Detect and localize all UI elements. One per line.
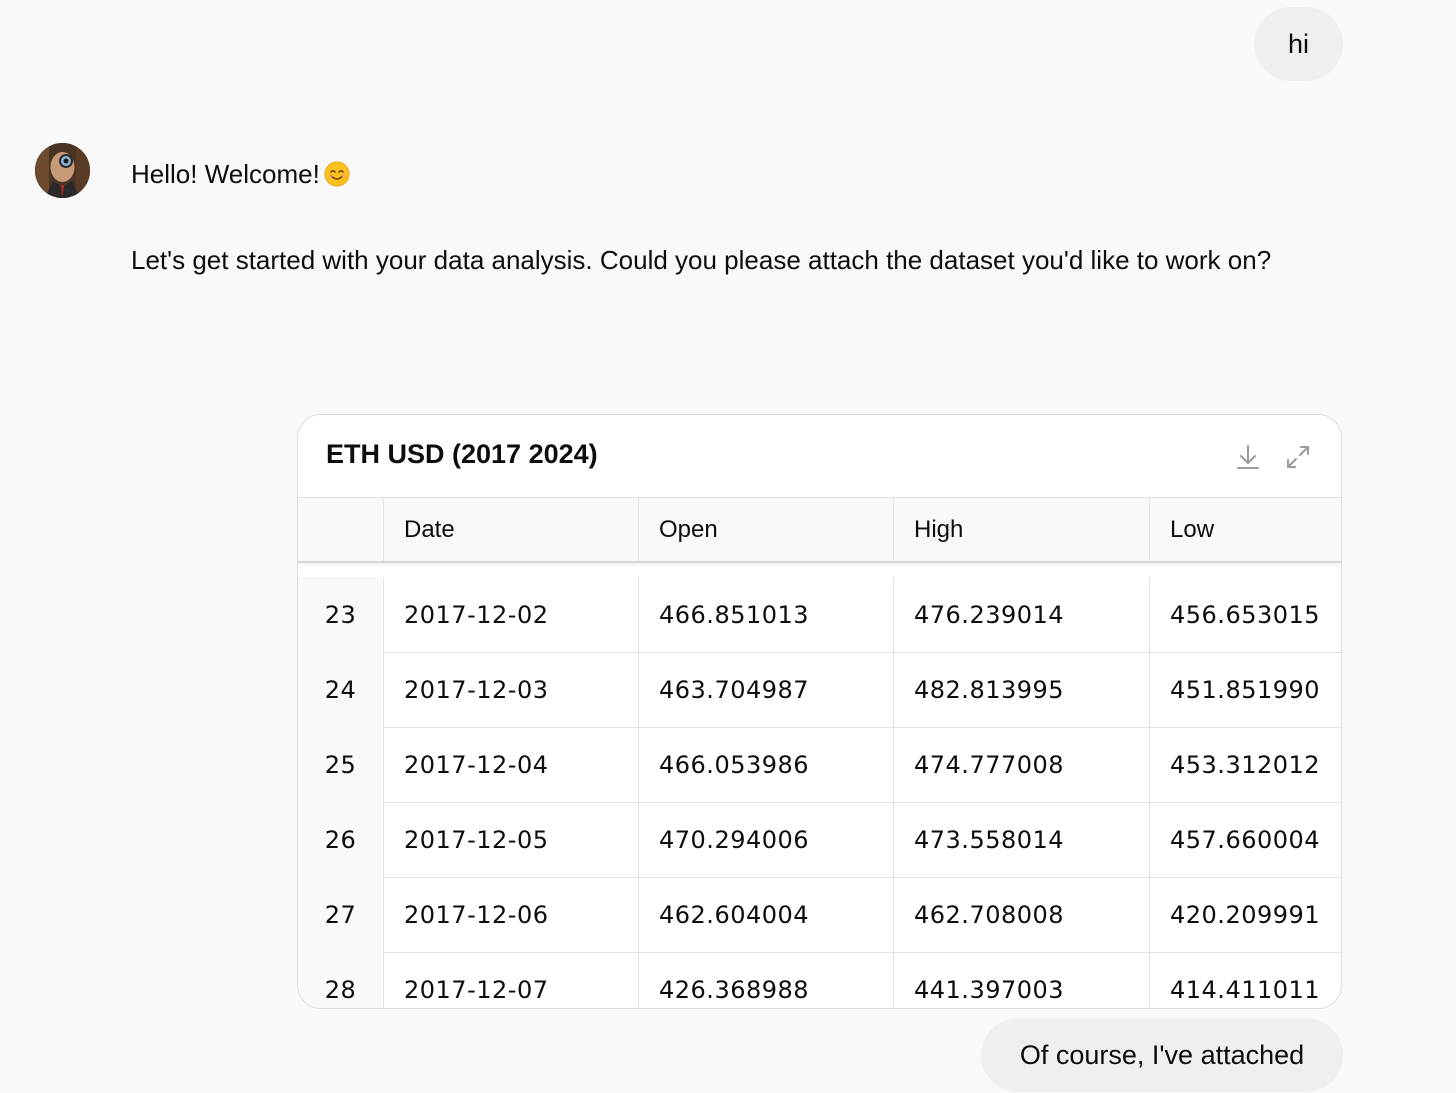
low-cell: 451.851990 (1170, 675, 1321, 704)
user-message: Of course, I've attached (981, 1018, 1343, 1092)
date-cell: 2017-12-05 (384, 802, 639, 877)
low-cell: 456.653015 (1170, 600, 1321, 629)
date-cell: 2017-12-03 (384, 652, 639, 727)
open-cell: 462.604004 (639, 877, 894, 952)
row-index-cell: 27 (298, 877, 384, 952)
column-header-low[interactable]: Low (1150, 498, 1341, 561)
download-icon[interactable] (1232, 441, 1264, 473)
column-header-date[interactable]: Date (384, 498, 639, 561)
table-row[interactable]: 24 2017-12-03 463.704987 482.813995 451.… (298, 652, 1341, 728)
user-message-text: hi (1287, 28, 1309, 59)
dataset-table-card: ETH USD (2017 2024) Date Open High Low 2… (297, 414, 1342, 1009)
date-cell: 2017-12-06 (384, 877, 639, 952)
row-index-cell: 28 (298, 952, 384, 1008)
open-cell: 466.053986 (639, 727, 894, 802)
assistant-greeting-text: Hello! Welcome! (131, 159, 320, 189)
row-index-cell: 25 (298, 727, 384, 802)
assistant-greeting: Hello! Welcome! (131, 150, 1331, 202)
open-cell: 426.368988 (639, 952, 894, 1008)
low-cell: 457.660004 (1170, 825, 1321, 854)
user-message-text: Of course, I've attached (1019, 1039, 1305, 1070)
date-cell: 2017-12-07 (384, 952, 639, 1008)
row-index-cell: 26 (298, 802, 384, 877)
table-row[interactable]: 25 2017-12-04 466.053986 474.777008 453.… (298, 727, 1341, 803)
table-row[interactable]: 23 2017-12-02 466.851013 476.239014 456.… (298, 577, 1341, 653)
high-cell: 474.777008 (894, 727, 1150, 802)
table-row[interactable]: 28 2017-12-07 426.368988 441.397003 414.… (298, 952, 1341, 1008)
smiling-face-icon (324, 154, 350, 202)
row-index-cell: 23 (298, 577, 384, 652)
open-cell: 466.851013 (639, 577, 894, 652)
assistant-avatar (35, 143, 90, 198)
high-cell: 476.239014 (894, 577, 1150, 652)
high-cell: 462.708008 (894, 877, 1150, 952)
open-cell: 463.704987 (639, 652, 894, 727)
column-header-high[interactable]: High (894, 498, 1150, 561)
column-header-open[interactable]: Open (639, 498, 894, 561)
table-card-header: ETH USD (2017 2024) (298, 415, 1341, 498)
high-cell: 473.558014 (894, 802, 1150, 877)
row-index-cell: 24 (298, 652, 384, 727)
table-row[interactable]: 27 2017-12-06 462.604004 462.708008 420.… (298, 877, 1341, 953)
user-message: hi (1254, 7, 1343, 81)
low-cell: 414.411011 (1170, 975, 1321, 1004)
table-title: ETH USD (2017 2024) (326, 439, 598, 469)
open-cell: 470.294006 (639, 802, 894, 877)
table-body[interactable]: 23 2017-12-02 466.851013 476.239014 456.… (298, 561, 1341, 1008)
assistant-message: Hello! Welcome! Let's get started with y… (131, 150, 1331, 284)
table-header-row: Date Open High Low (298, 498, 1341, 563)
low-cell: 453.312012 (1170, 750, 1321, 779)
avatar-portrait-icon (35, 143, 90, 198)
assistant-body-text: Let's get started with your data analysi… (131, 245, 1272, 275)
chat-page: hi Hello! Welcome! Let's get started wit… (0, 0, 1456, 1093)
high-cell: 441.397003 (894, 952, 1150, 1008)
column-header-index[interactable] (298, 498, 384, 561)
high-cell: 482.813995 (894, 652, 1150, 727)
date-cell: 2017-12-04 (384, 727, 639, 802)
low-cell: 420.209991 (1170, 900, 1321, 929)
table-row[interactable]: 26 2017-12-05 470.294006 473.558014 457.… (298, 802, 1341, 878)
expand-icon[interactable] (1282, 441, 1314, 473)
date-cell: 2017-12-02 (384, 577, 639, 652)
